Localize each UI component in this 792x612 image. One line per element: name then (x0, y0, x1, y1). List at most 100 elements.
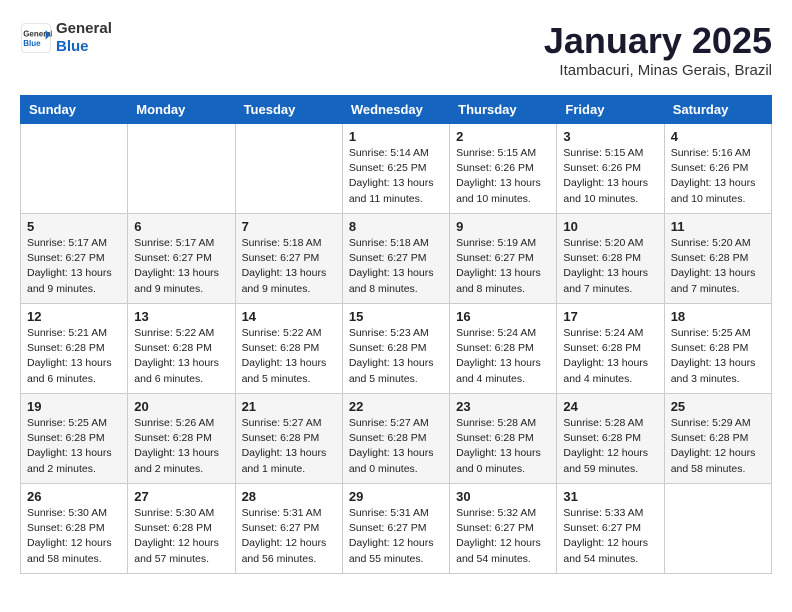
day-number: 26 (27, 489, 121, 504)
day-info: Sunrise: 5:33 AM Sunset: 6:27 PM Dayligh… (563, 506, 657, 567)
calendar-cell: 31 Sunrise: 5:33 AM Sunset: 6:27 PM Dayli… (557, 484, 664, 574)
day-number: 2 (456, 129, 550, 144)
day-number: 30 (456, 489, 550, 504)
svg-text:Blue: Blue (23, 39, 41, 48)
header-friday: Friday (557, 96, 664, 124)
week-row-3: 19 Sunrise: 5:25 AM Sunset: 6:28 PM Dayli… (21, 394, 772, 484)
day-number: 16 (456, 309, 550, 324)
week-row-4: 26 Sunrise: 5:30 AM Sunset: 6:28 PM Dayli… (21, 484, 772, 574)
calendar-cell: 21Sunrise: 5:27 AM Sunset: 6:28 PM Dayli… (235, 394, 342, 484)
day-info: Sunrise: 5:20 AM Sunset: 6:28 PM Dayligh… (563, 236, 657, 297)
calendar-cell: 3 Sunrise: 5:15 AM Sunset: 6:26 PM Daylig… (557, 124, 664, 214)
calendar-cell (128, 124, 235, 214)
day-number: 1 (349, 129, 443, 144)
calendar-cell (21, 124, 128, 214)
day-number: 20 (134, 399, 228, 414)
calendar-cell: 25Sunrise: 5:29 AM Sunset: 6:28 PM Dayli… (664, 394, 771, 484)
calendar-cell: 4 Sunrise: 5:16 AM Sunset: 6:26 PM Daylig… (664, 124, 771, 214)
title-block: January 2025 Itambacuri, Minas Gerais, B… (544, 20, 772, 79)
day-number: 19 (27, 399, 121, 414)
week-row-1: 5 Sunrise: 5:17 AM Sunset: 6:27 PM Daylig… (21, 214, 772, 304)
calendar-cell: 6Sunrise: 5:17 AM Sunset: 6:27 PM Daylig… (128, 214, 235, 304)
header-tuesday: Tuesday (235, 96, 342, 124)
day-number: 14 (242, 309, 336, 324)
day-info: Sunrise: 5:15 AM Sunset: 6:26 PM Dayligh… (563, 146, 657, 207)
month-title: January 2025 (544, 20, 772, 62)
day-number: 11 (671, 219, 765, 234)
day-number: 12 (27, 309, 121, 324)
day-number: 3 (563, 129, 657, 144)
calendar-cell: 9Sunrise: 5:19 AM Sunset: 6:27 PM Daylig… (450, 214, 557, 304)
day-info: Sunrise: 5:28 AM Sunset: 6:28 PM Dayligh… (456, 416, 550, 477)
day-number: 10 (563, 219, 657, 234)
day-info: Sunrise: 5:22 AM Sunset: 6:28 PM Dayligh… (134, 326, 228, 387)
calendar-cell: 1Sunrise: 5:14 AM Sunset: 6:25 PM Daylig… (342, 124, 449, 214)
day-info: Sunrise: 5:25 AM Sunset: 6:28 PM Dayligh… (671, 326, 765, 387)
calendar-cell: 27Sunrise: 5:30 AM Sunset: 6:28 PM Dayli… (128, 484, 235, 574)
header-row: SundayMondayTuesdayWednesdayThursdayFrid… (21, 96, 772, 124)
day-info: Sunrise: 5:30 AM Sunset: 6:28 PM Dayligh… (27, 506, 121, 567)
header-wednesday: Wednesday (342, 96, 449, 124)
day-info: Sunrise: 5:22 AM Sunset: 6:28 PM Dayligh… (242, 326, 336, 387)
day-info: Sunrise: 5:30 AM Sunset: 6:28 PM Dayligh… (134, 506, 228, 567)
day-number: 7 (242, 219, 336, 234)
calendar-cell: 23 Sunrise: 5:28 AM Sunset: 6:28 PM Dayli… (450, 394, 557, 484)
day-info: Sunrise: 5:31 AM Sunset: 6:27 PM Dayligh… (349, 506, 443, 567)
calendar-cell: 8Sunrise: 5:18 AM Sunset: 6:27 PM Daylig… (342, 214, 449, 304)
day-number: 4 (671, 129, 765, 144)
calendar-cell: 17 Sunrise: 5:24 AM Sunset: 6:28 PM Dayli… (557, 304, 664, 394)
calendar-cell: 24 Sunrise: 5:28 AM Sunset: 6:28 PM Dayli… (557, 394, 664, 484)
day-info: Sunrise: 5:29 AM Sunset: 6:28 PM Dayligh… (671, 416, 765, 477)
calendar-cell: 15Sunrise: 5:23 AM Sunset: 6:28 PM Dayli… (342, 304, 449, 394)
logo: General Blue General Blue (20, 20, 112, 56)
day-info: Sunrise: 5:19 AM Sunset: 6:27 PM Dayligh… (456, 236, 550, 297)
day-info: Sunrise: 5:18 AM Sunset: 6:27 PM Dayligh… (242, 236, 336, 297)
week-row-0: 1Sunrise: 5:14 AM Sunset: 6:25 PM Daylig… (21, 124, 772, 214)
day-info: Sunrise: 5:15 AM Sunset: 6:26 PM Dayligh… (456, 146, 550, 207)
day-number: 18 (671, 309, 765, 324)
calendar-header: SundayMondayTuesdayWednesdayThursdayFrid… (21, 96, 772, 124)
day-number: 23 (456, 399, 550, 414)
day-info: Sunrise: 5:32 AM Sunset: 6:27 PM Dayligh… (456, 506, 550, 567)
calendar-table: SundayMondayTuesdayWednesdayThursdayFrid… (20, 95, 772, 574)
calendar-body: 1Sunrise: 5:14 AM Sunset: 6:25 PM Daylig… (21, 124, 772, 574)
day-number: 29 (349, 489, 443, 504)
calendar-cell: 13 Sunrise: 5:22 AM Sunset: 6:28 PM Dayli… (128, 304, 235, 394)
calendar-cell: 19 Sunrise: 5:25 AM Sunset: 6:28 PM Dayli… (21, 394, 128, 484)
day-info: Sunrise: 5:27 AM Sunset: 6:28 PM Dayligh… (349, 416, 443, 477)
day-number: 5 (27, 219, 121, 234)
day-info: Sunrise: 5:31 AM Sunset: 6:27 PM Dayligh… (242, 506, 336, 567)
day-number: 24 (563, 399, 657, 414)
logo-general: General (56, 20, 112, 38)
logo-icon: General Blue (20, 22, 52, 54)
calendar-cell: 12 Sunrise: 5:21 AM Sunset: 6:28 PM Dayli… (21, 304, 128, 394)
day-info: Sunrise: 5:28 AM Sunset: 6:28 PM Dayligh… (563, 416, 657, 477)
week-row-2: 12 Sunrise: 5:21 AM Sunset: 6:28 PM Dayli… (21, 304, 772, 394)
day-number: 8 (349, 219, 443, 234)
day-info: Sunrise: 5:20 AM Sunset: 6:28 PM Dayligh… (671, 236, 765, 297)
calendar-cell: 16 Sunrise: 5:24 AM Sunset: 6:28 PM Dayli… (450, 304, 557, 394)
day-number: 6 (134, 219, 228, 234)
calendar-cell (664, 484, 771, 574)
day-info: Sunrise: 5:17 AM Sunset: 6:27 PM Dayligh… (27, 236, 121, 297)
day-info: Sunrise: 5:25 AM Sunset: 6:28 PM Dayligh… (27, 416, 121, 477)
calendar-cell: 10 Sunrise: 5:20 AM Sunset: 6:28 PM Dayli… (557, 214, 664, 304)
day-info: Sunrise: 5:16 AM Sunset: 6:26 PM Dayligh… (671, 146, 765, 207)
calendar-cell: 26 Sunrise: 5:30 AM Sunset: 6:28 PM Dayli… (21, 484, 128, 574)
calendar-cell: 14 Sunrise: 5:22 AM Sunset: 6:28 PM Dayli… (235, 304, 342, 394)
calendar-cell: 11 Sunrise: 5:20 AM Sunset: 6:28 PM Dayli… (664, 214, 771, 304)
day-info: Sunrise: 5:21 AM Sunset: 6:28 PM Dayligh… (27, 326, 121, 387)
header-thursday: Thursday (450, 96, 557, 124)
day-number: 13 (134, 309, 228, 324)
day-info: Sunrise: 5:24 AM Sunset: 6:28 PM Dayligh… (456, 326, 550, 387)
logo-blue: Blue (56, 38, 112, 56)
calendar-cell: 7 Sunrise: 5:18 AM Sunset: 6:27 PM Daylig… (235, 214, 342, 304)
day-number: 17 (563, 309, 657, 324)
header-saturday: Saturday (664, 96, 771, 124)
day-number: 31 (563, 489, 657, 504)
day-number: 22 (349, 399, 443, 414)
day-number: 28 (242, 489, 336, 504)
calendar-cell: 18 Sunrise: 5:25 AM Sunset: 6:28 PM Dayli… (664, 304, 771, 394)
day-number: 21 (242, 399, 336, 414)
day-info: Sunrise: 5:24 AM Sunset: 6:28 PM Dayligh… (563, 326, 657, 387)
